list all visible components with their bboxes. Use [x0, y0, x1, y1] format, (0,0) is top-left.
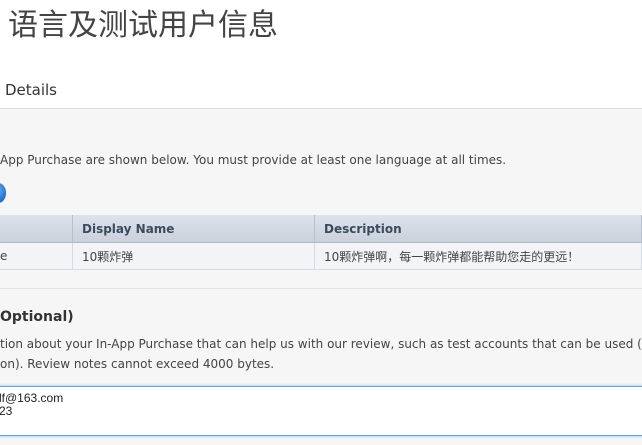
column-header-language[interactable] [0, 215, 73, 243]
review-notes-description: tion about your In-App Purchase that can… [0, 334, 642, 374]
language-cell: e [0, 242, 73, 270]
review-notes-desc-line-1: tion about your In-App Purchase that can… [0, 337, 642, 351]
languages-table: Display Name Description e 10颗炸弹 10颗炸弹啊，… [0, 215, 642, 270]
languages-intro-text: App Purchase are shown below. You must p… [0, 153, 507, 167]
table-row[interactable]: e 10颗炸弹 10颗炸弹啊，每一颗炸弹都能帮助您走的更远！ [0, 242, 642, 270]
app-details-page: 语言及测试用户信息 Details App Purchase are shown… [0, 0, 642, 445]
details-section-title: Details [5, 81, 58, 99]
review-notes-textarea[interactable]: lf@163.com 23 [0, 386, 642, 436]
details-header-bar [0, 64, 642, 109]
description-cell: 10颗炸弹啊，每一颗炸弹都能帮助您走的更远！ [314, 242, 642, 270]
review-notes-heading: Optional) [0, 309, 74, 325]
display-name-cell: 10颗炸弹 [72, 242, 315, 270]
column-header-display-name[interactable]: Display Name [72, 215, 315, 243]
table-header-row: Display Name Description [0, 215, 642, 243]
review-notes-desc-line-2: on). Review notes cannot exceed 4000 byt… [0, 357, 275, 371]
page-title: 语言及测试用户信息 [8, 8, 278, 43]
section-divider [0, 288, 642, 289]
column-header-description[interactable]: Description [314, 215, 642, 243]
